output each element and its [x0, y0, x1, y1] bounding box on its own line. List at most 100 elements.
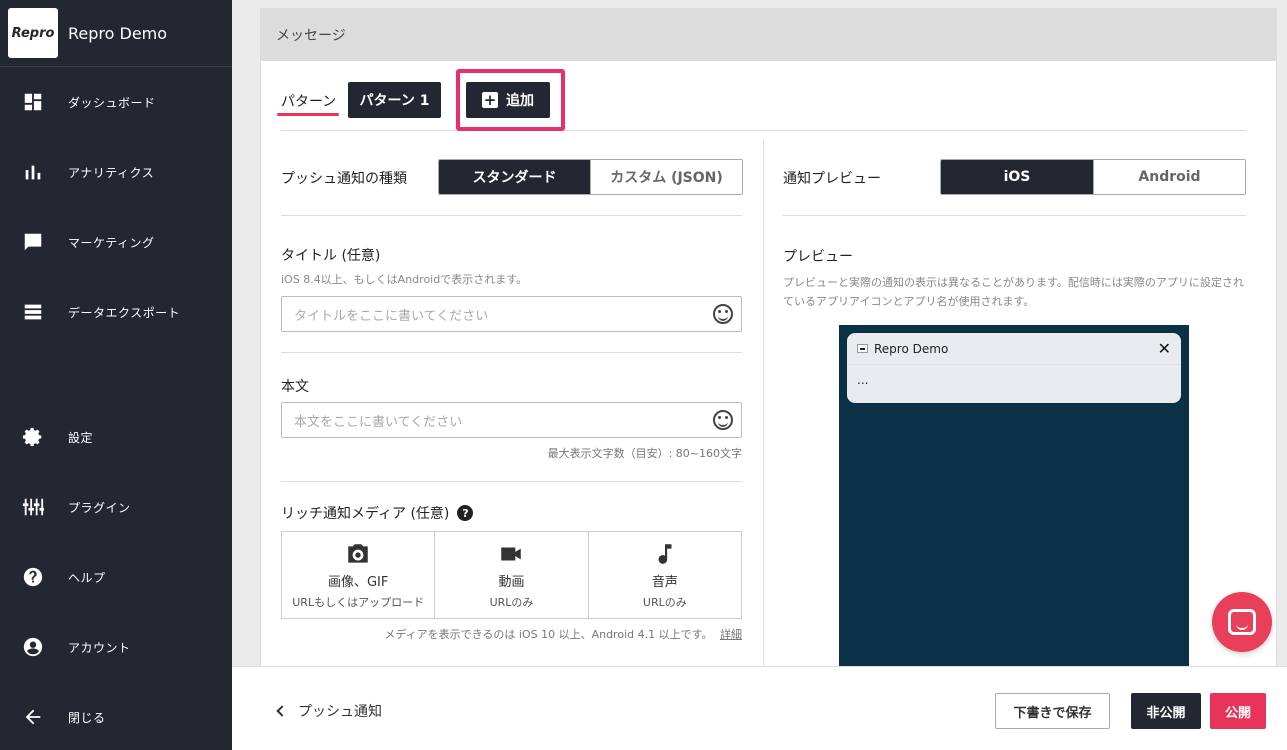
media-sub: URLのみ [642, 595, 687, 609]
help-icon[interactable]: ? [457, 505, 474, 521]
app-icon [857, 344, 868, 353]
sidebar-item-plugins[interactable]: プラグイン [0, 487, 232, 527]
notification-card: Repro Demo ✕ ... [847, 333, 1181, 403]
list-icon [22, 301, 44, 323]
preview-label: プレビュー [783, 249, 853, 265]
plugin-icon [22, 496, 44, 518]
preview-note: プレビューと実際の通知の表示は異なることがあります。配信時には実際のアプリに設定… [783, 276, 1244, 308]
emoji-icon[interactable] [713, 410, 733, 430]
card-header: メッセージ [261, 9, 1276, 61]
camera-icon [348, 543, 368, 563]
chat-icon [1228, 609, 1256, 635]
pattern-label: パターン [281, 94, 337, 110]
media-grid: 画像、GIF URLもしくはアップロード 動画 URLのみ 音声 URLのみ [281, 531, 742, 619]
os-toggle: iOS Android [940, 159, 1246, 195]
sidebar-item-dashboard[interactable]: ダッシュボード [0, 82, 232, 122]
sidebar-item-label: プラグイン [68, 500, 131, 515]
divider [281, 481, 742, 482]
sidebar-item-label: データエクスポート [68, 305, 181, 320]
body-placeholder: 本文をここに書いてください [294, 414, 463, 430]
media-label-row: リッチ通知メディア (任意) ? [281, 503, 474, 523]
pattern-underline [277, 113, 339, 116]
sidebar-item-label: ダッシュボード [68, 95, 156, 110]
sidebar-item-label: ヘルプ [68, 570, 106, 585]
divider [281, 215, 742, 216]
sidebar-item-account[interactable]: アカウント [0, 627, 232, 667]
title-note: iOS 8.4以上、もしくはAndroidで表示されます。 [281, 273, 528, 286]
main-area: メッセージ パターン パターン 1 + 追加 プッシュ通知の種類 スタンダード … [232, 0, 1287, 750]
media-sub: URLもしくはアップロード [292, 595, 425, 609]
sidebar-item-close[interactable]: 閉じる [0, 697, 232, 737]
chevron-left-icon [276, 705, 288, 717]
push-type-label: プッシュ通知の種類 [281, 171, 407, 187]
title-input[interactable]: タイトルをここに書いてください [281, 296, 742, 332]
preview-os-label: 通知プレビュー [783, 171, 881, 187]
title-label: タイトル (任意) [281, 248, 381, 264]
media-name: 音声 [651, 574, 678, 590]
message-icon [22, 231, 44, 253]
pattern-1-tab[interactable]: パターン 1 [348, 82, 441, 118]
add-label: 追加 [506, 93, 534, 109]
video-icon [501, 547, 522, 560]
body-label: 本文 [281, 379, 309, 395]
back-label: プッシュ通知 [298, 704, 382, 720]
brand[interactable]: Repro Repro Demo [0, 0, 232, 67]
chat-button[interactable] [1212, 592, 1272, 652]
message-card: メッセージ パターン パターン 1 + 追加 プッシュ通知の種類 スタンダード … [260, 8, 1277, 750]
sidebar-item-label: アナリティクス [68, 165, 155, 180]
push-type-toggle: スタンダード カスタム (JSON) [438, 159, 743, 195]
notification-body: ... [857, 373, 869, 387]
media-audio[interactable]: 音声 URLのみ [589, 532, 741, 618]
notification-app-name: Repro Demo [874, 341, 949, 356]
music-icon [658, 543, 672, 564]
column-divider [763, 139, 764, 699]
title-placeholder: タイトルをここに書いてください [294, 308, 489, 324]
sidebar: Repro Repro Demo ダッシュボード アナリティクス マーケティング… [0, 0, 232, 750]
notification-header: Repro Demo [847, 333, 1181, 365]
media-sub: URLのみ [489, 595, 534, 609]
dashboard-icon [22, 91, 44, 113]
sidebar-item-settings[interactable]: 設定 [0, 417, 232, 457]
push-type-row: プッシュ通知の種類 スタンダード カスタム (JSON) [281, 159, 743, 195]
sidebar-item-label: マーケティング [68, 235, 155, 250]
push-type-standard[interactable]: スタンダード [439, 160, 590, 194]
sidebar-item-label: 設定 [68, 430, 94, 445]
pattern-row: パターン パターン 1 + 追加 [277, 69, 1246, 131]
os-ios[interactable]: iOS [941, 160, 1093, 194]
private-button[interactable]: 非公開 [1131, 693, 1201, 729]
push-type-custom-json[interactable]: カスタム (JSON) [590, 160, 742, 194]
footer-bar: プッシュ通知 下書きで保存 非公開 公開 [232, 666, 1287, 750]
brand-name: Repro Demo [68, 23, 168, 43]
bar-chart-icon [22, 161, 44, 183]
media-name: 動画 [498, 574, 525, 590]
media-video[interactable]: 動画 URLのみ [435, 532, 589, 618]
media-image[interactable]: 画像、GIF URLもしくはアップロード [282, 532, 436, 618]
plus-icon: + [482, 91, 498, 109]
close-icon[interactable]: ✕ [1158, 339, 1171, 358]
save-draft-button[interactable]: 下書きで保存 [995, 693, 1110, 729]
sidebar-item-analytics[interactable]: アナリティクス [0, 152, 232, 192]
divider [281, 352, 742, 353]
sidebar-item-marketing[interactable]: マーケティング [0, 222, 232, 262]
sidebar-item-label: 閉じる [68, 710, 106, 725]
emoji-icon[interactable] [713, 304, 733, 324]
account-icon [22, 636, 44, 658]
sidebar-item-data-export[interactable]: データエクスポート [0, 292, 232, 332]
media-note: メディアを表示できるのは iOS 10 以上、Android 4.1 以上です。 [384, 628, 713, 641]
media-note-row: メディアを表示できるのは iOS 10 以上、Android 4.1 以上です。… [384, 626, 742, 642]
body-input[interactable]: 本文をここに書いてください [281, 402, 742, 438]
os-android[interactable]: Android [1093, 160, 1245, 194]
media-detail-link[interactable]: 詳細 [720, 628, 742, 641]
add-pattern-button[interactable]: + 追加 [466, 82, 550, 118]
back-link[interactable]: プッシュ通知 [276, 701, 382, 721]
media-label: リッチ通知メディア (任意) [281, 506, 450, 522]
arrow-left-icon [22, 706, 44, 728]
divider [783, 215, 1246, 216]
repro-logo: Repro [8, 8, 58, 58]
gear-icon [22, 426, 44, 448]
sidebar-item-label: アカウント [68, 640, 131, 655]
sidebar-item-help[interactable]: ヘルプ [0, 557, 232, 597]
publish-button[interactable]: 公開 [1210, 693, 1266, 729]
help-icon [22, 566, 44, 588]
media-name: 画像、GIF [327, 574, 389, 590]
